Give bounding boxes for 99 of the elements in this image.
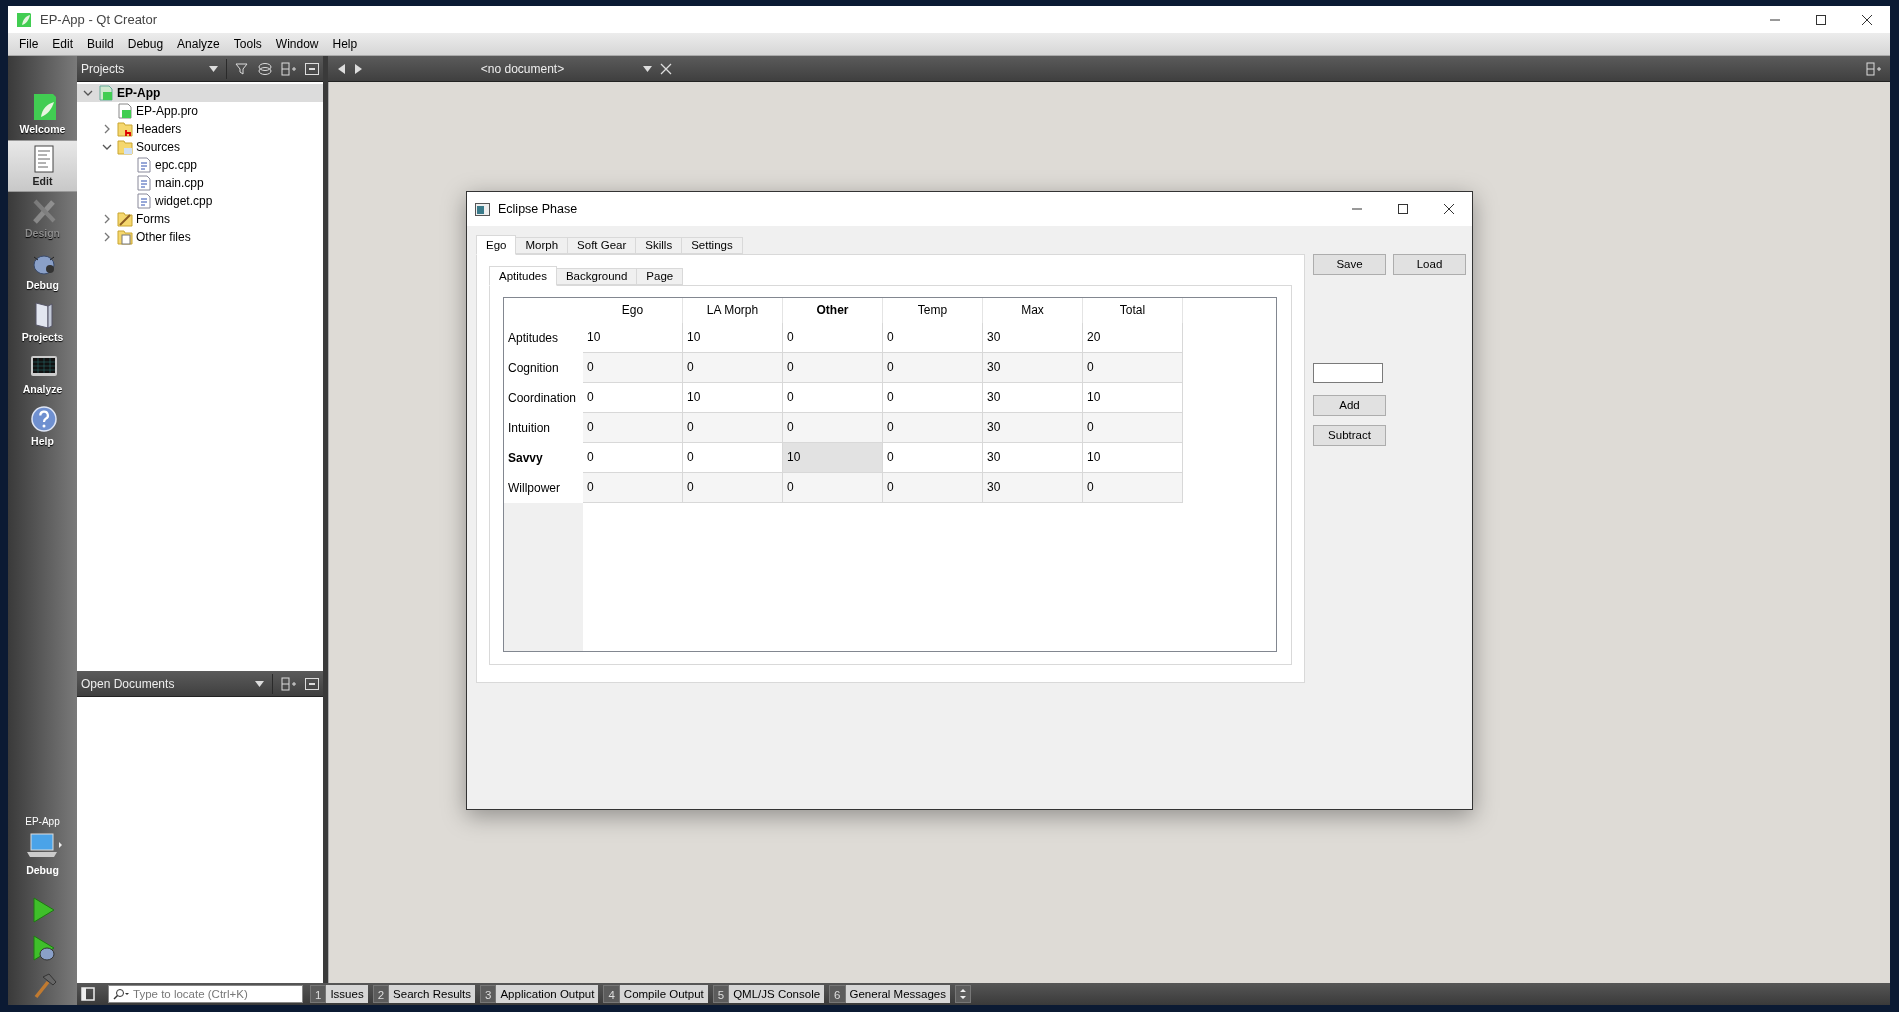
tree-item[interactable]: epc.cpp bbox=[77, 156, 323, 174]
push-button[interactable]: Add bbox=[1313, 395, 1386, 416]
mode-button[interactable]: Edit bbox=[8, 140, 77, 192]
header-folder-icon bbox=[117, 121, 133, 137]
maximize-icon[interactable] bbox=[1815, 13, 1827, 26]
tab[interactable]: Ego bbox=[476, 235, 517, 255]
other-files-icon bbox=[117, 229, 133, 245]
source-folder-icon bbox=[117, 139, 133, 155]
table-cell[interactable]: 0 bbox=[683, 353, 783, 383]
tree-item[interactable]: widget.cpp bbox=[77, 192, 323, 210]
window-title: Eclipse Phase bbox=[498, 200, 578, 218]
menu-item[interactable]: Debug bbox=[120, 33, 171, 55]
table-cell[interactable]: 0 bbox=[1083, 353, 1183, 383]
push-button[interactable]: Load bbox=[1393, 254, 1466, 275]
menu-item[interactable]: Analyze bbox=[170, 33, 227, 55]
push-button[interactable]: Save bbox=[1313, 254, 1386, 275]
column-header[interactable]: Max bbox=[983, 298, 1083, 323]
tree-item[interactable]: EP-App.pro bbox=[77, 102, 323, 120]
table-cell[interactable]: 0 bbox=[683, 413, 783, 443]
tab[interactable]: Morph bbox=[515, 237, 569, 254]
target-selector-button[interactable]: EP-App Debug bbox=[8, 814, 77, 879]
tab[interactable]: Aptitudes bbox=[489, 266, 557, 286]
table-cell[interactable]: 0 bbox=[583, 413, 683, 443]
back-arrow-icon[interactable] bbox=[336, 62, 346, 75]
mode-button[interactable]: Debug bbox=[8, 244, 77, 296]
mode-button[interactable]: Help bbox=[8, 400, 77, 452]
split-icon[interactable] bbox=[281, 676, 297, 691]
tree-item[interactable]: Other files bbox=[77, 228, 323, 246]
app-logo-icon bbox=[16, 11, 32, 28]
table-cell[interactable]: 0 bbox=[883, 473, 983, 503]
panel-title: Projects bbox=[81, 60, 126, 78]
table-cell[interactable]: 0 bbox=[1083, 473, 1183, 503]
forward-arrow-icon[interactable] bbox=[354, 62, 364, 75]
menu-item[interactable]: Help bbox=[325, 33, 365, 55]
cpp-file-icon bbox=[136, 193, 152, 209]
tree-item[interactable]: EP-App bbox=[77, 84, 323, 102]
column-header[interactable]: Other bbox=[783, 298, 883, 323]
filter-icon[interactable] bbox=[235, 61, 249, 76]
tab[interactable]: Page bbox=[636, 268, 684, 285]
tree-item[interactable]: main.cpp bbox=[77, 174, 323, 192]
table-cell[interactable]: 30 bbox=[983, 353, 1083, 383]
tree-item[interactable]: Sources bbox=[77, 138, 323, 156]
dropdown-caret-icon[interactable] bbox=[209, 65, 218, 72]
tree-item[interactable]: Headers bbox=[77, 120, 323, 138]
table-cell[interactable]: 0 bbox=[683, 473, 783, 503]
mode-button[interactable]: Welcome bbox=[8, 88, 77, 140]
column-header[interactable]: Ego bbox=[583, 298, 683, 323]
tab[interactable]: Background bbox=[555, 268, 638, 285]
maximize-icon[interactable] bbox=[1397, 203, 1409, 215]
forms-folder-icon bbox=[117, 211, 133, 227]
up-down-arrows-icon[interactable] bbox=[955, 985, 972, 1003]
column-header[interactable]: Temp bbox=[883, 298, 983, 323]
menu-item[interactable]: Build bbox=[80, 33, 121, 55]
cpp-file-icon bbox=[136, 175, 152, 191]
tree-item[interactable]: Forms bbox=[77, 210, 323, 228]
document-dropdown[interactable]: <no document> bbox=[402, 59, 652, 78]
value-input-field[interactable] bbox=[1313, 363, 1383, 383]
pane-close-icon[interactable] bbox=[305, 62, 319, 75]
row-header[interactable]: Coordination bbox=[504, 383, 583, 413]
tab[interactable]: Skills bbox=[635, 237, 683, 254]
push-button[interactable]: Subtract bbox=[1313, 425, 1386, 446]
row-header[interactable]: Savvy bbox=[504, 443, 583, 473]
sidebar-toggle-icon[interactable] bbox=[81, 987, 95, 1001]
table-cell[interactable]: 0 bbox=[783, 473, 883, 503]
column-header[interactable]: LA Morph bbox=[683, 298, 783, 323]
dropdown-caret-icon bbox=[643, 65, 652, 72]
cpp-file-icon bbox=[136, 157, 152, 173]
tab[interactable]: Settings bbox=[681, 237, 743, 254]
table-cell[interactable]: 10 bbox=[783, 443, 883, 473]
project-file-icon bbox=[117, 103, 133, 119]
table-cell[interactable]: 0 bbox=[783, 413, 883, 443]
row-header[interactable]: Aptitudes bbox=[504, 323, 583, 353]
mode-button[interactable]: Analyze bbox=[8, 348, 77, 400]
tab[interactable]: Soft Gear bbox=[567, 237, 637, 254]
table-cell[interactable]: 0 bbox=[883, 353, 983, 383]
table-cell[interactable]: 0 bbox=[883, 413, 983, 443]
column-header[interactable]: Total bbox=[1083, 298, 1183, 323]
window-title: EP-App - Qt Creator bbox=[40, 10, 158, 29]
dropdown-caret-icon[interactable] bbox=[255, 680, 264, 687]
table-cell[interactable]: 0 bbox=[583, 473, 683, 503]
table-cell[interactable]: 0 bbox=[1083, 413, 1183, 443]
window-icon bbox=[475, 202, 490, 216]
menu-item[interactable]: Tools bbox=[226, 33, 269, 55]
split-icon[interactable] bbox=[281, 61, 297, 76]
project-file-icon bbox=[98, 85, 114, 101]
pane-close-icon[interactable] bbox=[305, 677, 319, 690]
menu-item[interactable]: File bbox=[12, 33, 46, 55]
panel-title: Open Documents bbox=[81, 675, 176, 693]
menu-item[interactable]: Window bbox=[268, 33, 326, 55]
table-cell[interactable]: 0 bbox=[783, 353, 883, 383]
menu-item[interactable]: Edit bbox=[45, 33, 81, 55]
table-cell[interactable]: 30 bbox=[983, 413, 1083, 443]
table-cell[interactable]: 0 bbox=[583, 353, 683, 383]
mode-button[interactable]: Projects bbox=[8, 296, 77, 348]
close-icon[interactable] bbox=[1443, 203, 1455, 215]
close-icon[interactable] bbox=[1861, 13, 1873, 26]
link-icon[interactable] bbox=[257, 61, 273, 76]
split-icon[interactable] bbox=[1866, 61, 1882, 76]
table-cell[interactable]: 30 bbox=[983, 473, 1083, 503]
